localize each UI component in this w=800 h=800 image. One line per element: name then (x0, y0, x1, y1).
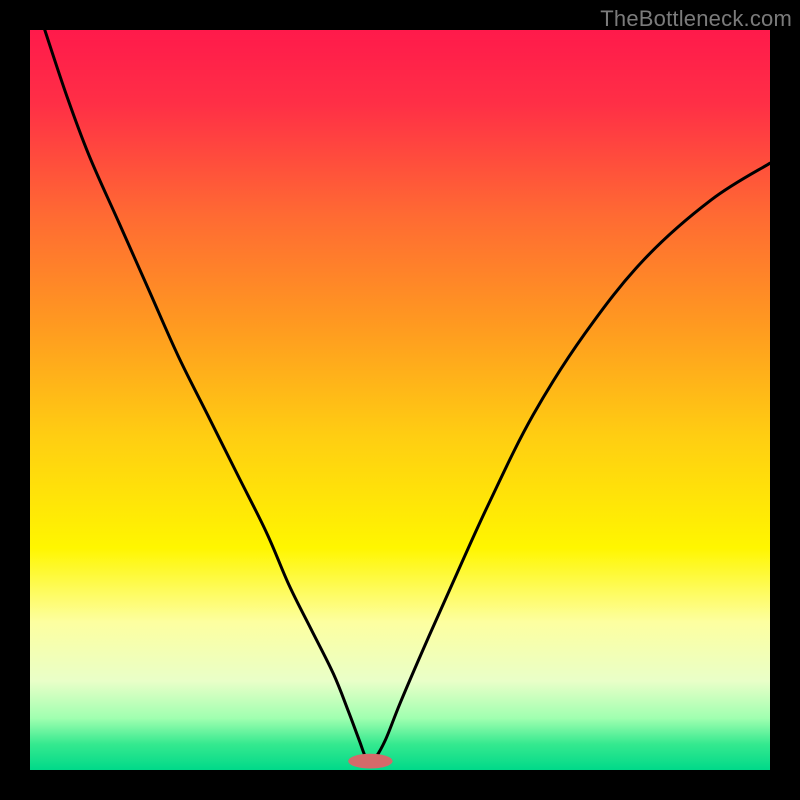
watermark-text: TheBottleneck.com (600, 6, 792, 32)
plot-area (30, 30, 770, 770)
chart-frame: TheBottleneck.com (0, 0, 800, 800)
bottleneck-chart (30, 30, 770, 770)
gradient-background (30, 30, 770, 770)
optimal-point-marker (348, 754, 392, 769)
